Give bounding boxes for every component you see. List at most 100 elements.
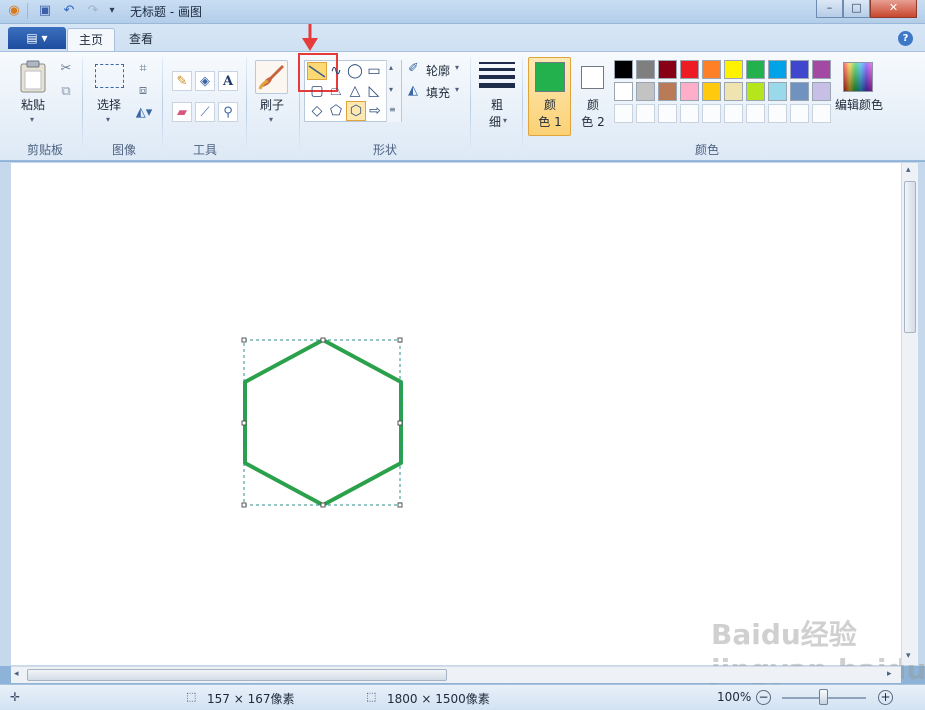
scroll-up-icon[interactable]: ▴ [906, 165, 911, 175]
palette-custom-slot[interactable] [658, 104, 677, 123]
scroll-down-icon[interactable]: ▾ [906, 651, 911, 661]
palette-swatch[interactable] [636, 60, 655, 79]
size-button[interactable] [479, 60, 515, 88]
palette-swatch[interactable] [790, 60, 809, 79]
hexagon-drawing[interactable] [243, 338, 403, 507]
palette-swatch[interactable] [636, 82, 655, 101]
text-tool-icon[interactable]: A [218, 71, 238, 91]
rotate-icon[interactable]: ◭▾ [131, 102, 157, 122]
customize-quick-access-icon[interactable]: ▾ [104, 3, 120, 19]
tab-home[interactable]: 主页 [67, 28, 116, 52]
paint-menu-button[interactable]: ▤ ▾ [8, 27, 66, 49]
crop-icon[interactable]: ⌗ [133, 58, 153, 78]
palette-swatch[interactable] [790, 82, 809, 101]
drawing-canvas[interactable]: Baidu经验 jingyan.baidu.com [11, 163, 925, 686]
palette-swatch[interactable] [702, 82, 721, 101]
arrow-right-shape[interactable]: ⇨ [366, 102, 384, 120]
triangle-shape[interactable]: △ [346, 82, 364, 100]
palette-custom-slot[interactable] [614, 104, 633, 123]
help-icon[interactable]: ? [898, 31, 913, 46]
palette-custom-slot[interactable] [680, 104, 699, 123]
color2-label-b: 色 2 [581, 115, 605, 129]
rounded-rectangle-shape[interactable]: ▢ [308, 82, 326, 100]
brushes-button[interactable] [255, 60, 288, 94]
scroll-right-icon[interactable]: ▸ [887, 669, 892, 679]
polygon-shape[interactable]: ⏢ [327, 82, 345, 100]
shapes-expand-icon[interactable]: ≡ [389, 105, 396, 114]
minimize-button[interactable]: – [816, 0, 843, 18]
rectangle-shape[interactable]: ▭ [365, 62, 383, 80]
color2-swatch[interactable] [581, 66, 604, 89]
pentagon-shape[interactable]: ⬠ [327, 102, 345, 120]
palette-swatch[interactable] [746, 60, 765, 79]
oval-shape[interactable]: ◯ [346, 62, 364, 80]
palette-swatch[interactable] [812, 60, 831, 79]
status-bar: ✛ ⬚ 157 × 167像素 ⬚ 1800 × 1500像素 100% − + [0, 684, 925, 710]
copy-icon[interactable]: ⧉ [56, 81, 76, 101]
palette-custom-slot[interactable] [724, 104, 743, 123]
palette-swatch[interactable] [614, 60, 633, 79]
group-separator [162, 58, 163, 154]
palette-swatch[interactable] [702, 60, 721, 79]
paint-app-icon[interactable]: ◉ [6, 3, 22, 19]
shapes-scroll-up-icon[interactable]: ▴ [389, 63, 393, 72]
palette-swatch[interactable] [812, 82, 831, 101]
curve-shape[interactable]: ∿ [327, 62, 345, 80]
palette-custom-slot[interactable] [768, 104, 787, 123]
paste-dropdown-icon[interactable]: ▾ [30, 115, 34, 124]
selection-handles[interactable] [241, 337, 403, 508]
diamond-shape[interactable]: ◇ [308, 102, 326, 120]
vertical-scrollbar[interactable]: ▴ ▾ [901, 163, 918, 665]
palette-swatch[interactable] [724, 60, 743, 79]
palette-custom-slot[interactable] [812, 104, 831, 123]
vertical-scroll-thumb[interactable] [904, 181, 916, 333]
fill-bucket-icon[interactable]: ◈ [195, 71, 215, 91]
magnifier-icon[interactable]: ⚲ [218, 102, 238, 122]
palette-swatch[interactable] [680, 60, 699, 79]
palette-swatch[interactable] [614, 82, 633, 101]
palette-swatch[interactable] [658, 82, 677, 101]
edit-colors-label[interactable]: 编辑颜色 [832, 97, 886, 114]
edit-colors-icon[interactable] [843, 62, 873, 92]
zoom-out-icon[interactable]: − [756, 690, 771, 705]
horizontal-scroll-thumb[interactable] [27, 669, 447, 681]
tab-view[interactable]: 查看 [118, 28, 164, 52]
zoom-slider-thumb[interactable] [819, 689, 828, 705]
save-icon[interactable]: ▣ [37, 3, 53, 19]
palette-custom-slot[interactable] [636, 104, 655, 123]
palette-swatch[interactable] [768, 60, 787, 79]
shapes-scroll-down-icon[interactable]: ▾ [389, 85, 393, 94]
fill-button[interactable]: 填充 [426, 84, 450, 101]
palette-custom-slot[interactable] [702, 104, 721, 123]
paste-button[interactable] [18, 60, 48, 96]
maximize-button[interactable]: □ [843, 0, 870, 18]
resize-icon[interactable]: ⧈ [133, 80, 153, 100]
palette-custom-slot[interactable] [746, 104, 765, 123]
fill-dropdown-icon[interactable]: ▾ [455, 85, 459, 94]
hexagon-shape[interactable]: ⬡ [346, 101, 366, 121]
scroll-left-icon[interactable]: ◂ [14, 669, 19, 679]
palette-swatch[interactable] [658, 60, 677, 79]
size-dropdown-icon[interactable]: ▾ [503, 116, 507, 125]
palette-custom-slot[interactable] [790, 104, 809, 123]
select-dropdown-icon[interactable]: ▾ [106, 115, 110, 124]
paste-label: 粘贴 [20, 98, 45, 112]
eraser-icon[interactable]: ▰ [172, 102, 192, 122]
palette-swatch[interactable] [746, 82, 765, 101]
palette-swatch[interactable] [680, 82, 699, 101]
zoom-in-icon[interactable]: + [878, 690, 893, 705]
brushes-dropdown-icon[interactable]: ▾ [269, 115, 273, 124]
outline-dropdown-icon[interactable]: ▾ [455, 63, 459, 72]
outline-button[interactable]: 轮廓 [426, 62, 450, 79]
redo-icon[interactable]: ↷ [85, 3, 101, 19]
palette-swatch[interactable] [768, 82, 787, 101]
pencil-icon[interactable]: ✎ [172, 71, 192, 91]
palette-swatch[interactable] [724, 82, 743, 101]
horizontal-scrollbar[interactable]: ◂ ▸ [11, 666, 901, 683]
select-icon[interactable] [95, 64, 124, 88]
close-button[interactable]: ✕ [870, 0, 917, 18]
color-picker-icon[interactable]: ⟋ [195, 102, 215, 122]
right-triangle-shape[interactable]: ◺ [365, 82, 383, 100]
undo-icon[interactable]: ↶ [61, 3, 77, 19]
cut-icon[interactable]: ✂ [56, 58, 76, 78]
